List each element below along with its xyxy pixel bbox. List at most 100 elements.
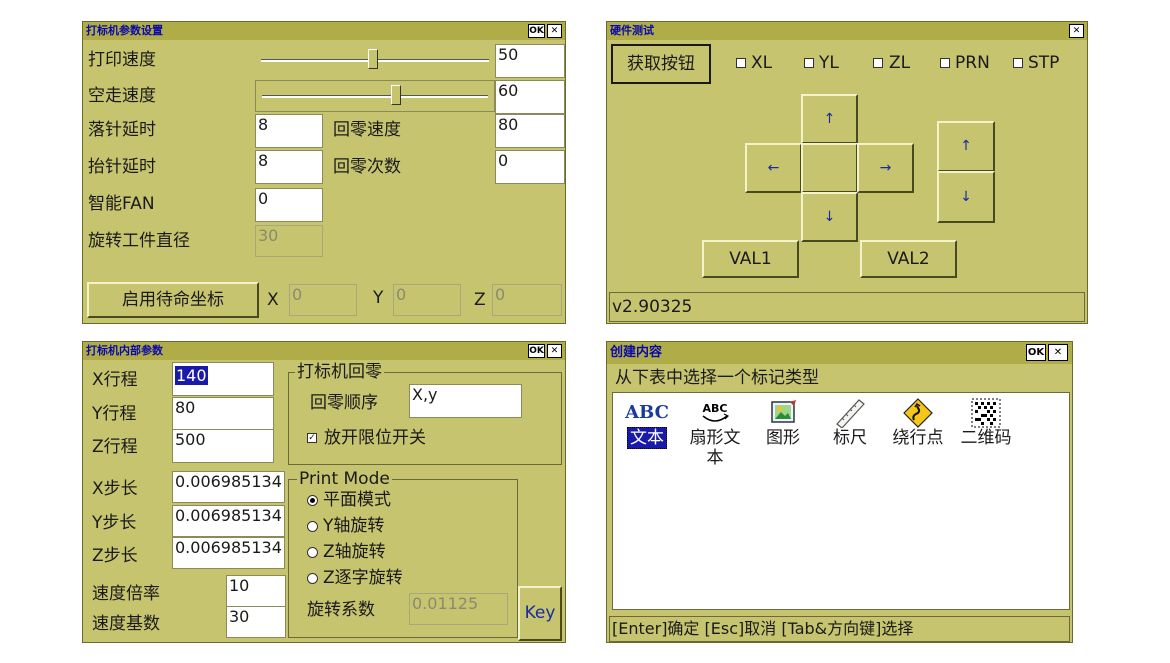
ok-button[interactable]: OK	[528, 24, 545, 38]
arrow-up-icon: ↑	[960, 138, 972, 154]
x-travel-label: X行程	[92, 370, 138, 390]
needle-down-delay-input[interactable]: 8	[255, 114, 323, 148]
title-bar: 打标机参数设置 OK ✕	[83, 22, 565, 40]
mark-item-arc-text[interactable]: ABC 扇形文本	[680, 398, 750, 468]
winding-road-icon	[903, 398, 933, 428]
home-speed-input[interactable]: 80	[495, 114, 565, 148]
x-travel-input[interactable]: 140	[172, 362, 274, 396]
close-button[interactable]: ✕	[547, 344, 562, 358]
close-button[interactable]: ✕	[1069, 24, 1084, 38]
standby-coords-button[interactable]: 启用待命坐标	[87, 282, 259, 318]
home-order-input[interactable]: X,y	[409, 384, 522, 418]
print-speed-input[interactable]: 50	[495, 44, 565, 78]
ruler-icon	[836, 399, 865, 429]
idle-speed-slider[interactable]	[255, 80, 495, 112]
mark-item-label: 绕行点	[892, 428, 944, 448]
y-coord-label: Y	[373, 288, 384, 308]
needle-up-delay-label: 抬针延时	[88, 157, 156, 177]
home-group-title: 打标机回零	[295, 362, 384, 382]
y-up-button[interactable]: ↑	[801, 94, 858, 144]
rotation-diameter-input: 30	[255, 225, 323, 257]
slider-thumb[interactable]	[368, 49, 378, 69]
val1-button[interactable]: VAL1	[702, 240, 799, 278]
mark-type-list[interactable]: ABC 文本 ABC 扇形文本 图形 标尺 绕行点 二维码	[612, 392, 1070, 610]
x-travel-value: 140	[175, 366, 208, 385]
key-button[interactable]: Key	[518, 586, 562, 641]
mode-y-rotate-radio[interactable]	[307, 521, 318, 532]
x-left-button[interactable]: ←	[745, 143, 802, 193]
limit-switch-label: 放开限位开关	[324, 428, 426, 448]
prn-checkbox[interactable]	[940, 58, 950, 68]
close-button[interactable]: ✕	[1048, 344, 1068, 361]
slider-track	[262, 95, 488, 98]
y-down-button[interactable]: ↓	[801, 192, 858, 242]
stp-label: STP	[1028, 53, 1060, 73]
smart-fan-label: 智能FAN	[88, 194, 155, 214]
speed-multiplier-input[interactable]: 10	[226, 575, 286, 607]
z-up-button[interactable]: ↑	[937, 121, 995, 172]
get-buttons-button[interactable]: 获取按钮	[611, 44, 711, 84]
idle-speed-input[interactable]: 60	[495, 80, 565, 114]
z-down-button[interactable]: ↓	[937, 171, 995, 223]
yl-checkbox[interactable]	[804, 58, 814, 68]
window-printer-settings: 打标机参数设置 OK ✕ 打印速度 50 空走速度 60 落针延时 8 回零速度…	[82, 21, 566, 324]
window-title: 硬件测试	[610, 24, 654, 37]
mode-z-char-rotate-label: Z逐字旋转	[323, 568, 403, 588]
mark-item-text[interactable]: ABC 文本	[612, 398, 682, 449]
arc-text-icon: ABC	[703, 402, 730, 422]
yl-label: YL	[819, 53, 839, 73]
needle-up-delay-input[interactable]: 8	[255, 150, 323, 184]
zl-checkbox[interactable]	[873, 58, 883, 68]
title-bar: 硬件测试 ✕	[607, 22, 1087, 40]
mark-item-detour-point[interactable]: 绕行点	[883, 398, 953, 448]
abc-text-icon: ABC	[625, 402, 669, 423]
speed-base-input[interactable]: 30	[226, 606, 286, 638]
smart-fan-input[interactable]: 0	[255, 188, 323, 222]
print-speed-slider[interactable]	[255, 44, 495, 76]
home-count-input[interactable]: 0	[495, 150, 565, 184]
val2-button[interactable]: VAL2	[860, 240, 957, 278]
y-travel-input[interactable]: 80	[172, 397, 274, 431]
x-step-label: X步长	[92, 479, 138, 499]
z-coord-label: Z	[474, 290, 486, 310]
limit-switch-checkbox[interactable]: ✓	[307, 433, 317, 443]
stp-checkbox[interactable]	[1013, 58, 1023, 68]
window-title: 打标机内部参数	[86, 344, 163, 357]
z-step-label: Z步长	[92, 546, 138, 566]
ok-button[interactable]: OK	[1026, 344, 1046, 361]
y-step-label: Y步长	[92, 513, 137, 533]
slider-thumb[interactable]	[391, 85, 401, 105]
xl-label: XL	[751, 53, 773, 73]
y-step-input[interactable]: 0.006985134	[172, 505, 285, 537]
window-internal-params: 打标机内部参数 OK ✕ X行程 140 Y行程 80 Z行程 500 X步长 …	[82, 341, 566, 643]
mark-item-ruler[interactable]: 标尺	[815, 398, 885, 448]
x-step-input[interactable]: 0.006985134	[172, 471, 285, 503]
mark-item-label: 扇形文本	[689, 428, 741, 468]
mode-z-char-rotate-radio[interactable]	[307, 573, 318, 584]
mark-item-label: 图形	[766, 428, 800, 448]
status-bar: [Enter]确定 [Esc]取消 [Tab&方向键]选择	[609, 616, 1070, 642]
window-create-content: 创建内容 OK ✕ 从下表中选择一个标记类型 ABC 文本 ABC 扇形文本 图…	[606, 341, 1073, 643]
mode-y-rotate-label: Y轴旋转	[323, 516, 385, 536]
rotation-coef-input: 0.01125	[409, 593, 508, 625]
mark-item-qr-code[interactable]: 二维码	[951, 398, 1021, 448]
xl-checkbox[interactable]	[736, 58, 746, 68]
x-right-button[interactable]: →	[857, 143, 914, 193]
z-step-input[interactable]: 0.006985134	[172, 537, 285, 569]
title-bar: 打标机内部参数 OK ✕	[83, 342, 565, 360]
z-travel-input[interactable]: 500	[172, 429, 274, 463]
picture-icon	[771, 400, 796, 423]
speed-multiplier-label: 速度倍率	[92, 584, 160, 604]
rotation-diameter-label: 旋转工件直径	[88, 231, 190, 251]
mode-z-rotate-radio[interactable]	[307, 547, 318, 558]
close-button[interactable]: ✕	[547, 24, 562, 38]
center-pad	[801, 143, 858, 193]
prn-label: PRN	[955, 53, 990, 73]
title-bar: 创建内容 OK ✕	[607, 342, 1072, 364]
mark-item-label: 二维码	[960, 428, 1012, 448]
y-travel-label: Y行程	[92, 404, 137, 424]
mode-planar-radio[interactable]	[307, 495, 318, 506]
mark-item-graphic[interactable]: 图形	[748, 398, 818, 448]
ok-button[interactable]: OK	[528, 344, 545, 358]
z-coord-input: 0	[492, 284, 562, 316]
